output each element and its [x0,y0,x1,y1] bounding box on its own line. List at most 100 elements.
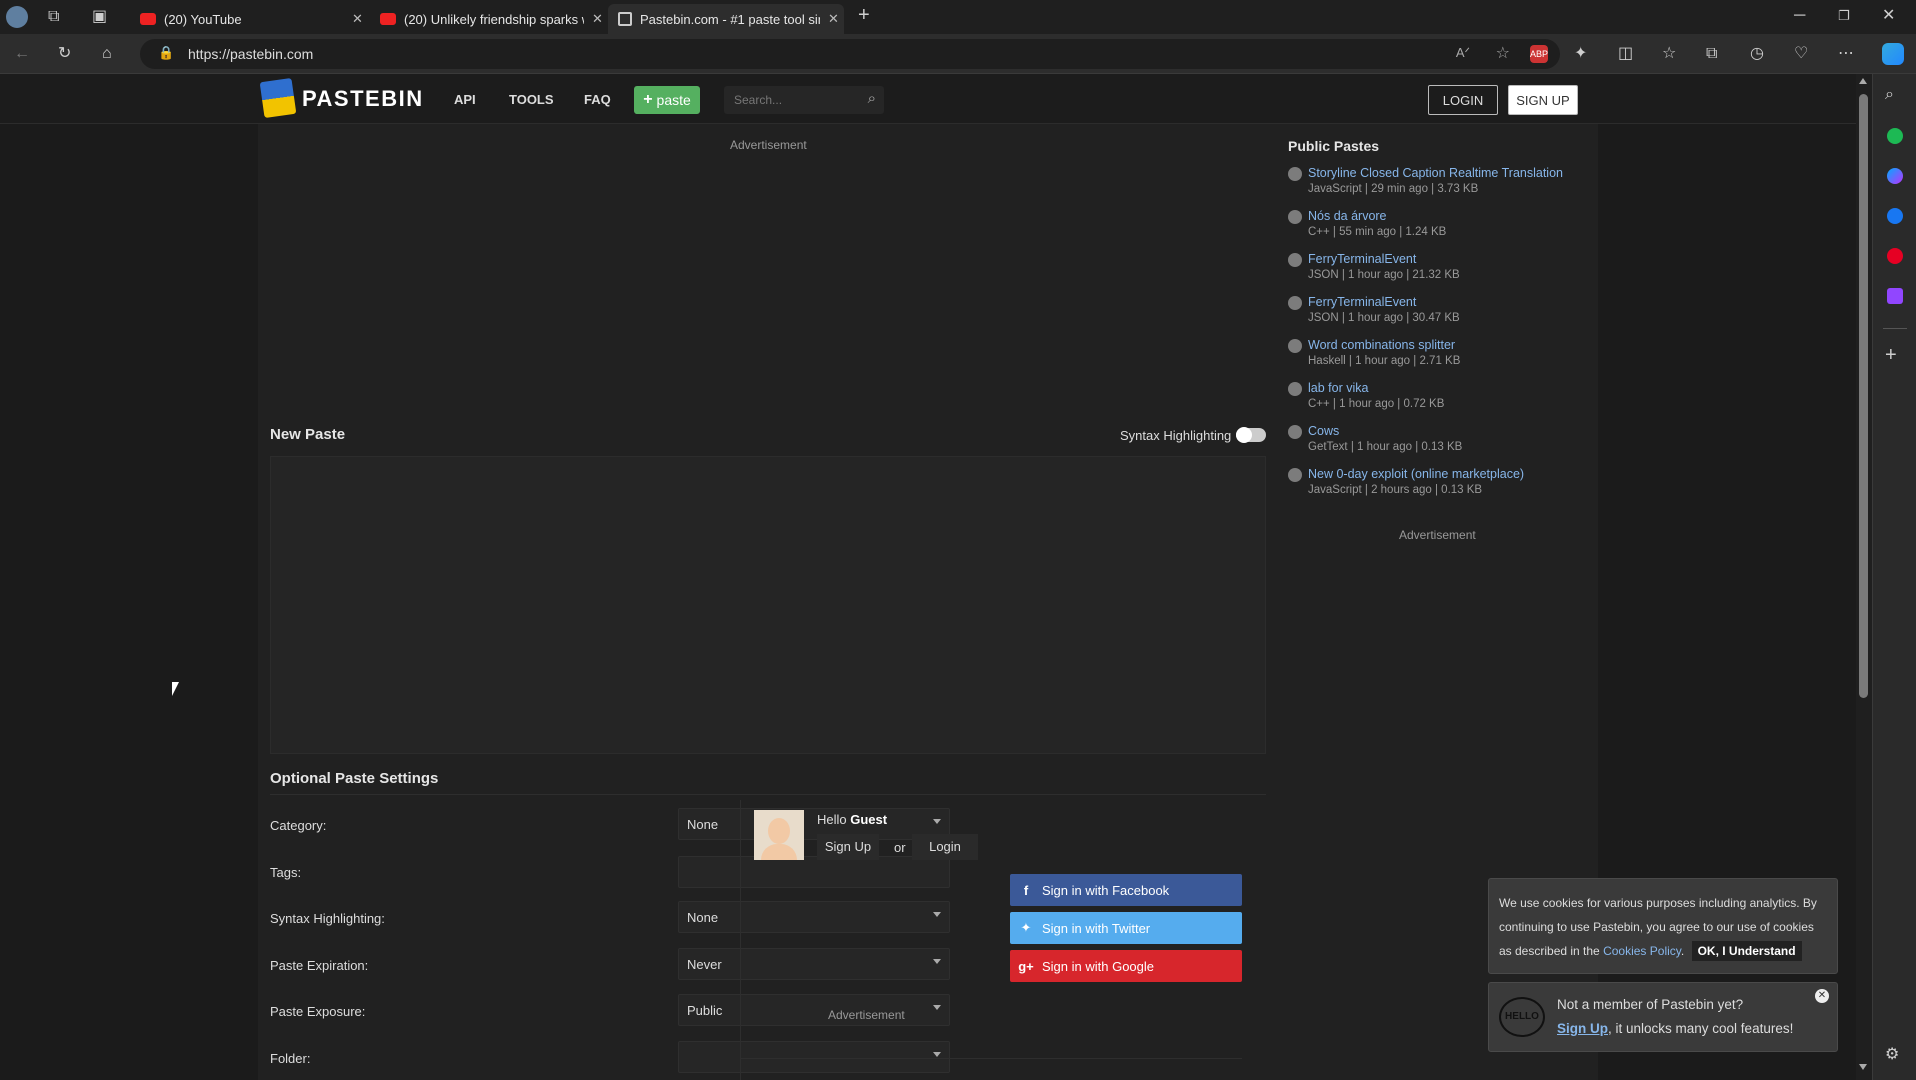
cookie-ok-button[interactable]: OK, I Understand [1691,941,1802,961]
guest-login-button[interactable]: Login [912,834,978,860]
paste-title[interactable]: New 0-day exploit (online marketplace) [1308,467,1524,481]
close-icon[interactable]: ✕ [828,11,839,27]
syntax-select[interactable]: None [678,901,950,933]
expiration-select[interactable]: Never [678,948,950,980]
list-item[interactable]: Nós da árvore C++ | 55 min ago | 1.24 KB [1288,209,1446,238]
globe-icon [1288,210,1302,224]
extensions-icon[interactable]: ✦ [1574,45,1587,63]
tags-input[interactable] [678,856,950,888]
scroll-up-icon[interactable] [1859,78,1867,84]
home-icon[interactable]: ⌂ [102,45,112,63]
list-item[interactable]: lab for vika C++ | 1 hour ago | 0.72 KB [1288,381,1444,410]
browser-sidebar: ⌕ + ⚙ [1872,74,1916,1080]
refresh-icon[interactable]: ↻ [58,45,71,63]
tab-youtube[interactable]: (20) YouTube ✕ [130,4,364,34]
new-paste-button[interactable]: + paste [634,86,700,114]
site-logo[interactable]: PASTEBIN [302,86,424,112]
category-select[interactable]: None [678,808,950,840]
exposure-value: Public [687,1003,723,1018]
guest-panel-divider [740,800,741,1080]
page-scrollbar[interactable] [1856,74,1872,1080]
member-signup-link[interactable]: Sign Up [1557,1021,1608,1036]
paste-title[interactable]: Word combinations splitter [1308,338,1460,352]
copilot-icon[interactable] [1882,43,1904,65]
spotify-icon[interactable] [1887,128,1903,144]
scroll-down-icon[interactable] [1859,1064,1867,1070]
paste-title[interactable]: lab for vika [1308,381,1444,395]
member-line2: Sign Up, it unlocks many cool features! [1557,1021,1793,1036]
address-bar: ← ↻ ⌂ 🔒 https://pastebin.com Aᐟ ☆ ABP ✦ … [0,34,1916,74]
favorite-star-icon[interactable]: ☆ [1496,43,1510,63]
facebook-signin-button[interactable]: f Sign in with Facebook [1010,874,1242,906]
google-signin-button[interactable]: g+ Sign in with Google [1010,950,1242,982]
twitter-signin-button[interactable]: ✦ Sign in with Twitter [1010,912,1242,944]
exposure-select[interactable]: Public [678,994,950,1026]
guest-signup-button[interactable]: Sign Up [817,834,879,860]
rail-divider [1883,328,1907,329]
pastebin-logo-icon[interactable] [259,77,297,119]
back-icon[interactable]: ← [14,45,30,63]
twitch-icon[interactable] [1887,288,1903,304]
close-icon[interactable]: ✕ [352,11,363,27]
login-button[interactable]: LOGIN [1428,85,1498,115]
nav-api[interactable]: API [454,92,476,107]
paste-meta: GetText | 1 hour ago | 0.13 KB [1308,441,1463,453]
adblock-icon[interactable]: ABP [1530,45,1548,63]
folder-select[interactable] [678,1041,950,1073]
performance-icon[interactable]: ♡ [1794,45,1808,63]
list-item[interactable]: Cows GetText | 1 hour ago | 0.13 KB [1288,424,1462,453]
settings-gear-icon[interactable]: ⚙ [1885,1046,1899,1064]
paste-title[interactable]: FerryTerminalEvent [1308,252,1460,266]
list-item[interactable]: Word combinations splitter Haskell | 1 ho… [1288,338,1460,367]
minimize-icon[interactable]: ─ [1794,7,1805,25]
search-placeholder: Search... [734,93,783,107]
signup-button[interactable]: SIGN UP [1508,85,1578,115]
paste-textarea[interactable] [270,456,1266,754]
profile-avatar-icon[interactable] [6,6,28,28]
paste-title[interactable]: Storyline Closed Caption Realtime Transl… [1308,166,1563,180]
collections-icon[interactable]: ⧉ [1706,45,1717,63]
more-options-icon[interactable]: ⋯ [1838,45,1854,63]
tab-youtube-video[interactable]: (20) Unlikely friendship sparks wh ✕ [370,4,604,34]
close-icon[interactable]: ✕ [592,11,603,27]
list-item[interactable]: Storyline Closed Caption Realtime Transl… [1288,166,1563,195]
search-icon[interactable]: ⌕ [1885,86,1894,104]
nav-faq[interactable]: FAQ [584,92,611,107]
paste-title[interactable]: Nós da árvore [1308,209,1446,223]
url-box[interactable]: 🔒 https://pastebin.com Aᐟ ☆ [140,39,1560,69]
syntax-toggle[interactable] [1236,427,1266,443]
list-item[interactable]: FerryTerminalEvent JSON | 1 hour ago | 30… [1288,295,1460,324]
globe-icon [1288,253,1302,267]
scrollbar-thumb[interactable] [1859,94,1868,698]
search-icon[interactable]: ⌕ [868,90,876,107]
facebook-icon[interactable] [1887,208,1903,224]
favorites-icon[interactable]: ☆ [1662,45,1676,63]
add-icon[interactable]: + [1885,345,1897,365]
paste-title[interactable]: Cows [1308,424,1462,438]
history-icon[interactable]: ◷ [1750,45,1764,63]
restore-icon[interactable]: ❐ [1838,7,1850,25]
list-item[interactable]: New 0-day exploit (online marketplace) Ja… [1288,467,1524,496]
pinterest-icon[interactable] [1887,248,1903,264]
new-tab-icon[interactable]: + [858,5,870,25]
close-icon[interactable]: ✕ [1815,989,1829,1003]
globe-icon [1288,425,1302,439]
tab-actions-icon[interactable]: ▣ [92,8,107,26]
search-input[interactable]: Search... ⌕ [724,86,884,114]
cookies-policy-link[interactable]: Cookies Policy [1603,944,1681,958]
messenger-icon[interactable] [1887,168,1903,184]
list-item[interactable]: FerryTerminalEvent JSON | 1 hour ago | 21… [1288,252,1460,281]
read-aloud-icon[interactable]: Aᐟ [1456,45,1470,61]
close-window-icon[interactable]: ✕ [1882,7,1895,25]
workspaces-icon[interactable]: ⧉ [48,8,59,26]
split-screen-icon[interactable]: ◫ [1618,45,1633,63]
lock-icon: 🔒 [158,45,175,60]
tab-pastebin[interactable]: Pastebin.com - #1 paste tool sinc ✕ [608,4,844,34]
member-line1: Not a member of Pastebin yet? [1557,997,1744,1012]
hello-text: Hello [817,812,847,827]
member-line2-text: , it unlocks many cool features! [1608,1021,1794,1036]
public-pastes-title: Public Pastes [1288,138,1380,154]
paste-title[interactable]: FerryTerminalEvent [1308,295,1460,309]
nav-tools[interactable]: TOOLS [509,92,554,107]
avatar-body-icon [761,844,797,860]
